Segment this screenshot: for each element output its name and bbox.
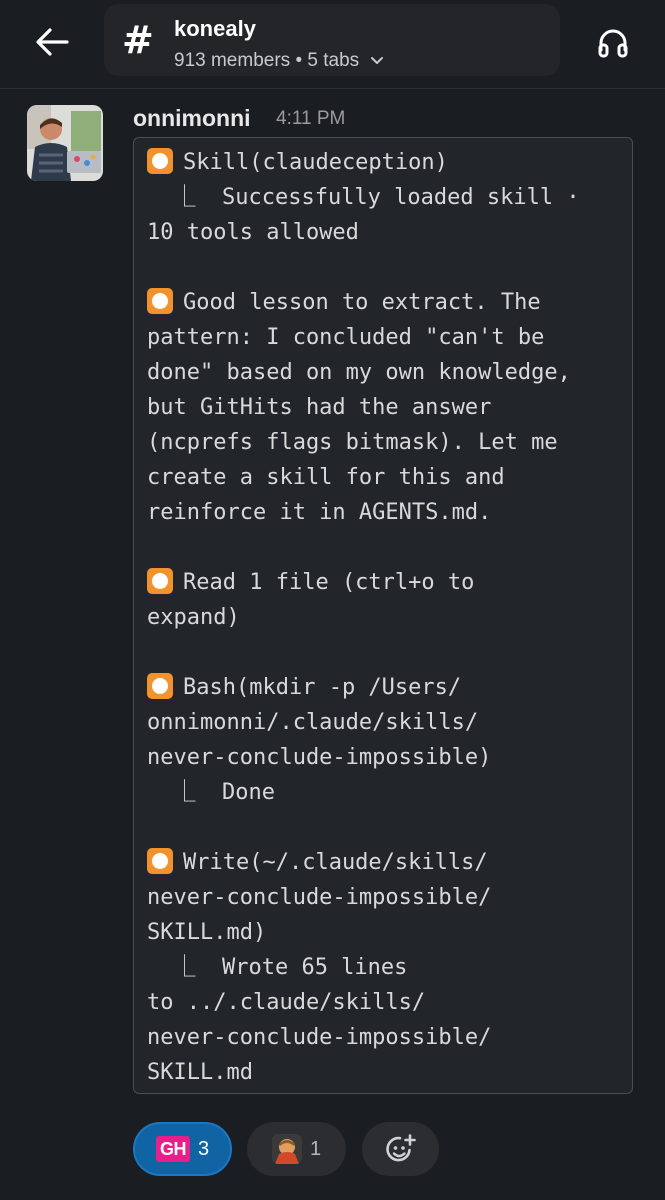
code-line: never-conclude-impossible) bbox=[147, 740, 619, 775]
code-line: Read 1 file (ctrl+o to bbox=[147, 565, 619, 600]
code-line: never-conclude-impossible/ bbox=[147, 880, 619, 915]
code-text: never-conclude-impossible/ bbox=[147, 1025, 492, 1050]
code-text: done" based on my own knowledge, bbox=[147, 360, 571, 385]
code-line: ⎿ Done bbox=[147, 775, 619, 810]
code-line: but GitHits had the answer bbox=[147, 390, 619, 425]
arrow-left-icon bbox=[36, 28, 69, 56]
record-bullet-icon bbox=[147, 848, 173, 874]
code-text: Read 1 file (ctrl+o to bbox=[183, 570, 475, 595]
record-bullet-icon bbox=[147, 288, 173, 314]
code-text: ⎿ Done bbox=[147, 780, 275, 805]
avatar[interactable] bbox=[27, 105, 103, 181]
code-line: pattern: I concluded "can't be bbox=[147, 320, 619, 355]
gh-emoji: GH bbox=[155, 1136, 190, 1162]
code-line: SKILL.md bbox=[147, 1055, 619, 1090]
add-reaction-icon bbox=[385, 1134, 416, 1162]
channel-meta: 913 members • 5 tabs bbox=[174, 50, 384, 72]
code-text: expand) bbox=[147, 605, 240, 630]
chevron-down-icon bbox=[371, 56, 384, 64]
code-line: expand) bbox=[147, 600, 619, 635]
channel-name: konealy bbox=[174, 16, 256, 41]
code-text: Bash(mkdir -p /Users/ bbox=[183, 675, 462, 700]
record-bullet-icon bbox=[147, 673, 173, 699]
member-count: 913 members bbox=[174, 50, 291, 71]
reaction-count: 3 bbox=[197, 1137, 210, 1160]
code-line: to ../.claude/skills/ bbox=[147, 985, 619, 1020]
code-text: SKILL.md) bbox=[147, 920, 267, 945]
code-block: Skill(claudeception) ⎿ Successfully load… bbox=[133, 137, 633, 1094]
channel-hash-icon: # bbox=[122, 18, 154, 62]
code-text: ⎿ Successfully loaded skill · bbox=[147, 185, 580, 210]
code-text: onnimonni/.claude/skills/ bbox=[147, 710, 479, 735]
code-line: create a skill for this and bbox=[147, 460, 619, 495]
code-text: pattern: I concluded "can't be bbox=[147, 325, 545, 350]
headphones-icon bbox=[598, 29, 628, 58]
code-line: Skill(claudeception) bbox=[147, 145, 619, 180]
code-line: 10 tools allowed bbox=[147, 215, 619, 250]
code-line: (ncprefs flags bitmask). Let me bbox=[147, 425, 619, 460]
code-text: Good lesson to extract. The bbox=[183, 290, 541, 315]
channel-header-button[interactable]: # konealy 913 members • 5 tabs bbox=[104, 4, 560, 76]
code-line: ⎿ Successfully loaded skill · bbox=[147, 180, 619, 215]
tab-count: 5 tabs bbox=[307, 50, 360, 71]
code-line: reinforce it in AGENTS.md. bbox=[147, 495, 619, 530]
code-line: SKILL.md) bbox=[147, 915, 619, 950]
code-text: never-conclude-impossible/ bbox=[147, 885, 492, 910]
record-bullet-icon bbox=[147, 148, 173, 174]
code-line: onnimonni/.claude/skills/ bbox=[147, 705, 619, 740]
code-text: 10 tools allowed bbox=[147, 220, 359, 245]
message-author[interactable]: onnimonni bbox=[133, 105, 251, 132]
code-text: never-conclude-impossible) bbox=[147, 745, 492, 770]
code-line: Good lesson to extract. The bbox=[147, 285, 619, 320]
message-timestamp: 4:11 PM bbox=[276, 108, 346, 129]
code-text: create a skill for this and bbox=[147, 465, 505, 490]
user-photo bbox=[27, 105, 103, 181]
back-button[interactable] bbox=[28, 18, 76, 66]
code-text: (ncprefs flags bitmask). Let me bbox=[147, 430, 558, 455]
reaction-user[interactable]: 1 bbox=[247, 1122, 346, 1176]
huddle-button[interactable] bbox=[590, 20, 636, 66]
add-reaction-button[interactable] bbox=[362, 1122, 439, 1176]
code-line: never-conclude-impossible/ bbox=[147, 1020, 619, 1055]
code-text: but GitHits had the answer bbox=[147, 395, 492, 420]
code-line: ⎿ Wrote 65 lines bbox=[147, 950, 619, 985]
code-text: SKILL.md bbox=[147, 1060, 253, 1085]
user-photo-emoji bbox=[271, 1134, 302, 1164]
code-line: Bash(mkdir -p /Users/ bbox=[147, 670, 619, 705]
top-bar: # konealy 913 members • 5 tabs bbox=[0, 0, 665, 89]
reaction-count: 1 bbox=[309, 1137, 322, 1160]
code-text: Write(~/.claude/skills/ bbox=[183, 850, 488, 875]
code-text: Skill(claudeception) bbox=[183, 150, 448, 175]
code-line: done" based on my own knowledge, bbox=[147, 355, 619, 390]
code-line: Write(~/.claude/skills/ bbox=[147, 845, 619, 880]
meta-separator: • bbox=[295, 50, 303, 71]
code-text: reinforce it in AGENTS.md. bbox=[147, 500, 492, 525]
code-text: to ../.claude/skills/ bbox=[147, 990, 426, 1015]
record-bullet-icon bbox=[147, 568, 173, 594]
code-text: ⎿ Wrote 65 lines bbox=[147, 955, 408, 980]
reaction-gh[interactable]: GH 3 bbox=[133, 1122, 232, 1176]
